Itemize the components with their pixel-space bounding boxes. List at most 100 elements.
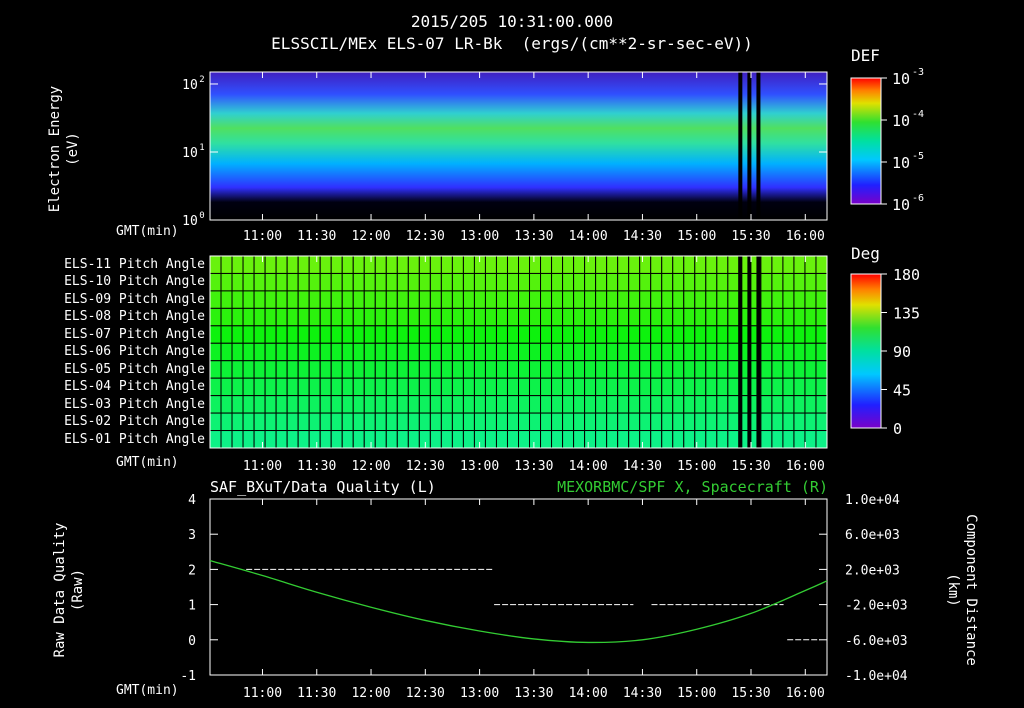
pitch-angle-cell (264, 360, 277, 379)
pitch-angle-data-gap (747, 256, 752, 448)
pitch-angle-cell (451, 307, 464, 327)
pitch-angle-cell (286, 377, 299, 397)
pitch-angle-cell (462, 307, 475, 327)
x-tick-label: 11:30 (297, 686, 336, 701)
pitch-angle-cell (661, 255, 674, 274)
pitch-angle-cell (804, 377, 817, 397)
pitch-angle-cell (628, 272, 641, 292)
pitch-angle-cell (363, 395, 376, 414)
x-tick-label: 12:30 (406, 459, 445, 474)
pitch-angle-cell (418, 360, 431, 379)
pitch-angle-cell (793, 325, 806, 344)
pitch-angle-cell (363, 412, 376, 432)
pitch-angle-cell (606, 307, 619, 327)
pitch-angle-cell (815, 272, 828, 292)
pitch-angle-cell (716, 255, 729, 274)
pitch-angle-cell (672, 430, 685, 449)
pitch-angle-cell (782, 307, 795, 327)
def-colorbar-tick-exponent: -6 (912, 193, 924, 204)
pitch-angle-cell (694, 360, 707, 379)
pitch-angle-cell (760, 307, 773, 327)
pitch-angle-cell (506, 290, 520, 309)
pitch-angle-cell (374, 430, 387, 449)
pitch-angle-cell (462, 430, 475, 449)
pitch-angle-cell (782, 395, 795, 414)
pitch-angle-cell (639, 412, 652, 432)
pitch-angle-cell (462, 342, 475, 362)
pitch-angle-cell (540, 272, 553, 292)
quality-title: SAF_BXuT/Data Quality (L) (210, 478, 436, 496)
pitch-angle-cell (297, 412, 310, 432)
deg-colorbar-label: Deg (851, 244, 880, 263)
pitch-angle-cell (617, 377, 630, 397)
pitch-angle-cell (242, 307, 255, 327)
pitch-angle-cell (231, 307, 244, 327)
pitch-angle-cell (595, 377, 608, 397)
pitch-angle-cell (473, 342, 486, 362)
pitch-angle-cell (363, 272, 376, 292)
distance-y-tick-label: 1.0e+04 (845, 493, 900, 508)
pitch-angle-cell (484, 360, 497, 379)
pitch-angle-cell (562, 307, 575, 327)
pitch-angle-cell (529, 360, 542, 379)
pitch-angle-cell (804, 430, 817, 449)
pitch-angle-cell (396, 272, 409, 292)
pitch-angle-cell (595, 290, 608, 309)
pitch-angle-cell (231, 255, 244, 274)
pitch-angle-cell (672, 272, 685, 292)
pitch-angle-cell (495, 430, 508, 449)
pitch-angle-cell (451, 342, 464, 362)
pitch-angle-cell (793, 272, 806, 292)
x-tick-label: 11:30 (297, 459, 336, 474)
pitch-angle-cell (242, 377, 255, 397)
pitch-angle-cell (562, 377, 575, 397)
def-colorbar-tick-exponent: -5 (912, 151, 924, 162)
pitch-angle-cell (584, 342, 597, 362)
pitch-angle-cell (506, 307, 520, 327)
pitch-angle-cell (242, 412, 255, 432)
pitch-angle-cell (804, 360, 817, 379)
pitch-angle-cell (429, 360, 442, 379)
pitch-angle-cell (617, 412, 630, 432)
pitch-angle-cell (253, 412, 266, 432)
pitch-angle-cell (771, 272, 784, 292)
pitch-angle-cell (760, 412, 773, 432)
pitch-angle-cell (231, 290, 244, 309)
x-tick-label: 15:30 (731, 229, 770, 244)
pitch-angle-cell (804, 325, 817, 344)
pitch-angle-cell (771, 255, 784, 274)
pitch-angle-cell (473, 272, 486, 292)
x-tick-label: 14:30 (623, 686, 662, 701)
pitch-angle-cell (540, 342, 553, 362)
pitch-angle-cell (462, 360, 475, 379)
quality-y-tick-label: 2 (188, 563, 196, 578)
pitch-angle-cell (330, 290, 343, 309)
x-tick-label: 15:00 (677, 686, 716, 701)
pitch-angle-cell (716, 430, 729, 449)
pitch-angle-cell (694, 307, 707, 327)
pitch-angle-cell (518, 360, 531, 379)
pitch-angle-cell (595, 307, 608, 327)
pitch-angle-cell (782, 377, 795, 397)
pitch-angle-cell (573, 395, 586, 414)
pitch-angle-cell (308, 430, 321, 449)
pitch-angle-cell (209, 307, 222, 327)
pitch-angle-cell (352, 272, 365, 292)
pitch-angle-cell (440, 377, 453, 397)
pitch-angle-cell (242, 272, 255, 292)
pitch-angle-cell (220, 360, 233, 379)
pitch-angle-cell (529, 325, 542, 344)
pitch-angle-cell (650, 290, 663, 309)
pitch-angle-cell (694, 412, 707, 432)
pitch-angle-cell (672, 342, 685, 362)
x-tick-label: 13:00 (460, 686, 499, 701)
pitch-angle-cell (617, 325, 630, 344)
def-colorbar-tick-label: 10 (892, 112, 910, 130)
pitch-angle-cell (264, 395, 277, 414)
pitch-angle-cell (418, 395, 431, 414)
pitch-angle-cell (705, 290, 718, 309)
pitch-angle-cell (242, 360, 255, 379)
pitch-angle-cell (341, 290, 354, 309)
pitch-angle-cell (815, 360, 828, 379)
pitch-angle-cell (551, 325, 564, 344)
